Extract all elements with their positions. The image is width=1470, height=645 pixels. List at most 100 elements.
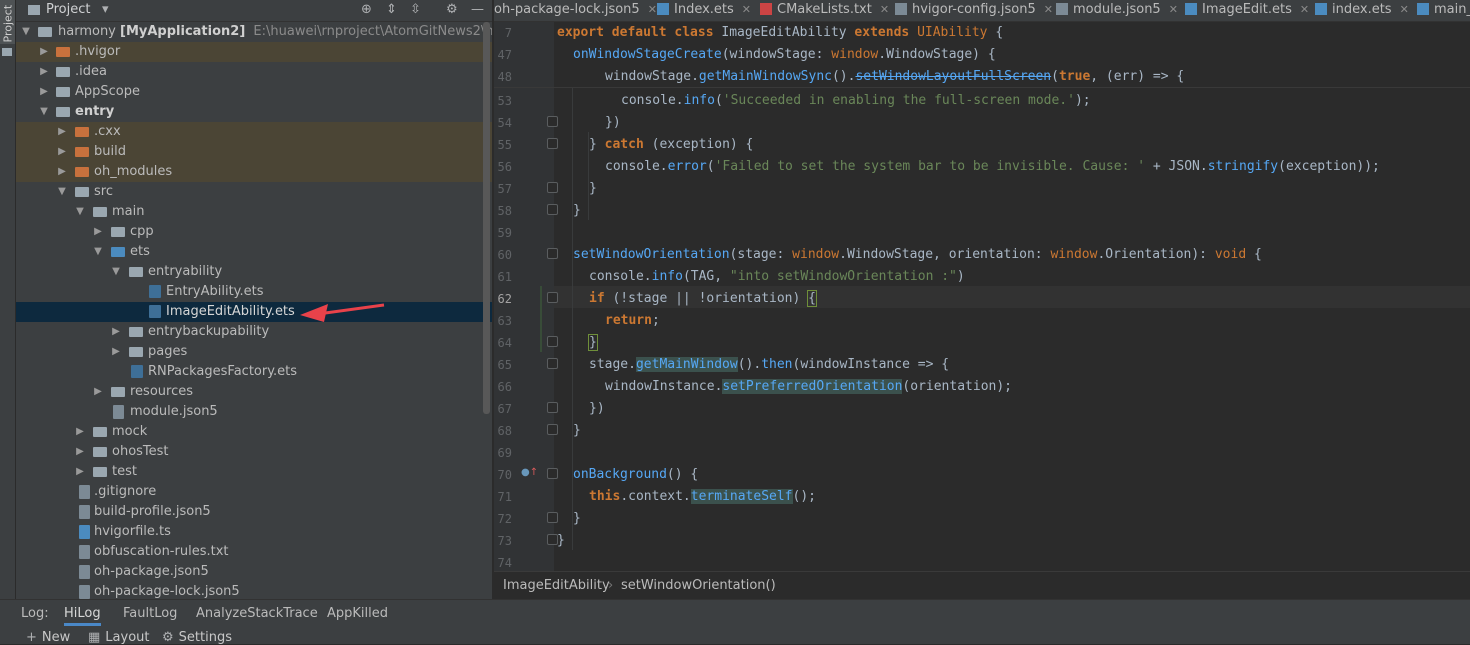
- chevron-right-icon[interactable]: ▶: [93, 382, 103, 402]
- fold-marker-icon[interactable]: [547, 402, 558, 413]
- tree-item-mock[interactable]: ▶ mock: [16, 422, 492, 442]
- code-line[interactable]: console.info('Succeeded in enabling the …: [621, 90, 1091, 112]
- tree-item-appscope[interactable]: ▶ AppScope: [16, 82, 492, 102]
- code-line[interactable]: }: [588, 332, 598, 354]
- tree-item-oh-package[interactable]: oh-package.json5: [16, 562, 492, 582]
- tree-item-hvigor[interactable]: ▶ .hvigor: [16, 42, 492, 62]
- tab-hilog[interactable]: HiLog: [64, 606, 101, 626]
- tree-item-ohostest[interactable]: ▶ ohosTest: [16, 442, 492, 462]
- tab-hvigor-config[interactable]: hvigor-config.json5 ✕: [895, 0, 1053, 21]
- chevron-right-icon[interactable]: ▶: [39, 62, 49, 82]
- tab-cmakelists[interactable]: CMakeLists.txt ✕: [760, 0, 889, 21]
- close-icon[interactable]: ✕: [742, 3, 751, 16]
- tree-item-oh-modules[interactable]: ▶ oh_modules: [16, 162, 492, 182]
- fold-marker-icon[interactable]: [547, 138, 558, 149]
- gear-icon[interactable]: ⚙: [446, 2, 458, 17]
- expand-all-icon[interactable]: ⇕: [386, 2, 397, 17]
- tab-main[interactable]: main_: [1417, 0, 1470, 21]
- fold-marker-icon[interactable]: [547, 182, 558, 193]
- code-line[interactable]: setWindowOrientation(stage: window.Windo…: [573, 244, 1262, 266]
- tree-item-build-profile[interactable]: build-profile.json5: [16, 502, 492, 522]
- chevron-right-icon[interactable]: ▶: [57, 162, 67, 182]
- tree-item-gitignore[interactable]: .gitignore: [16, 482, 492, 502]
- project-panel-title[interactable]: Project: [46, 2, 90, 17]
- fold-marker-icon[interactable]: [547, 292, 558, 303]
- fold-marker-icon[interactable]: [547, 336, 558, 347]
- chevron-right-icon[interactable]: ▶: [57, 142, 67, 162]
- tree-item-idea[interactable]: ▶ .idea: [16, 62, 492, 82]
- code-line[interactable]: stage.getMainWindow().then(windowInstanc…: [589, 354, 949, 376]
- tab-analyzestacktrace[interactable]: AnalyzeStackTrace: [196, 606, 318, 621]
- code-line[interactable]: windowStage.getMainWindowSync().setWindo…: [605, 66, 1184, 88]
- chevron-down-icon[interactable]: ▼: [21, 22, 31, 42]
- code-line[interactable]: }: [573, 200, 581, 222]
- code-line[interactable]: }: [589, 178, 597, 200]
- fold-marker-icon[interactable]: [547, 512, 558, 523]
- breadcrumb-method[interactable]: setWindowOrientation(): [621, 578, 776, 593]
- tree-item-hvigorfile[interactable]: hvigorfile.ts: [16, 522, 492, 542]
- tree-item-imageeditability-ets[interactable]: ImageEditAbility.ets: [16, 302, 492, 322]
- close-icon[interactable]: ✕: [1300, 3, 1309, 16]
- fold-marker-icon[interactable]: [547, 468, 558, 479]
- tab-faultlog[interactable]: FaultLog: [123, 606, 177, 621]
- tree-item-harmony[interactable]: ▼ harmony [MyApplication2] E:\huawei\rnp…: [16, 22, 492, 42]
- fold-marker-icon[interactable]: [547, 204, 558, 215]
- chevron-down-icon[interactable]: ▼: [39, 102, 49, 122]
- project-tree-scrollbar[interactable]: [483, 22, 490, 414]
- tab-appkilled[interactable]: AppKilled: [327, 606, 388, 621]
- code-editor[interactable]: 7 47 48 53 54 55 56 57 58 59 60 61 62 63…: [494, 22, 1470, 571]
- tab-module-json5[interactable]: module.json5 ✕: [1056, 0, 1178, 21]
- tab-index-ets[interactable]: Index.ets ✕: [657, 0, 751, 21]
- tree-item-src[interactable]: ▼ src: [16, 182, 492, 202]
- tree-item-pages[interactable]: ▶ pages: [16, 342, 492, 362]
- minimize-icon[interactable]: —: [471, 2, 484, 17]
- chevron-down-icon[interactable]: ▼: [75, 202, 85, 222]
- code-line[interactable]: }): [589, 398, 605, 420]
- code-line[interactable]: }: [557, 530, 565, 552]
- tree-item-entryability[interactable]: ▼ entryability: [16, 262, 492, 282]
- code-line[interactable]: }): [605, 112, 621, 134]
- chevron-right-icon[interactable]: ▶: [111, 342, 121, 362]
- tree-item-resources[interactable]: ▶ resources: [16, 382, 492, 402]
- code-line[interactable]: this.context.terminateSelf();: [589, 486, 816, 508]
- fold-marker-icon[interactable]: [547, 248, 558, 259]
- code-line[interactable]: return;: [605, 310, 660, 332]
- crosshair-icon[interactable]: ⊕: [361, 2, 372, 17]
- chevron-right-icon[interactable]: ▶: [75, 442, 85, 462]
- code-line[interactable]: export default class ImageEditAbility ex…: [557, 22, 1003, 44]
- tab-oh-package-lock[interactable]: oh-package-lock.json5 ✕: [494, 0, 657, 21]
- project-tool-tab[interactable]: Project: [0, 0, 15, 44]
- code-line-current[interactable]: if (!stage || !orientation) {: [589, 288, 817, 310]
- code-line[interactable]: console.info(TAG, "into setWindowOrienta…: [589, 266, 965, 288]
- tree-item-entrybackupability[interactable]: ▶ entrybackupability: [16, 322, 492, 342]
- code-line[interactable]: onBackground() {: [573, 464, 698, 486]
- code-line[interactable]: }: [573, 508, 581, 530]
- code-line[interactable]: onWindowStageCreate(windowStage: window.…: [573, 44, 996, 66]
- chevron-down-icon[interactable]: ▼: [93, 242, 103, 262]
- fold-marker-icon[interactable]: [547, 116, 558, 127]
- tree-item-cpp[interactable]: ▶ cpp: [16, 222, 492, 242]
- tree-item-cxx[interactable]: ▶ .cxx: [16, 122, 492, 142]
- tree-item-build[interactable]: ▶ build: [16, 142, 492, 162]
- chevron-right-icon[interactable]: ▶: [39, 42, 49, 62]
- chevron-down-icon[interactable]: ▼: [57, 182, 67, 202]
- close-icon[interactable]: ✕: [880, 3, 889, 16]
- tree-item-test[interactable]: ▶ test: [16, 462, 492, 482]
- code-line[interactable]: console.error('Failed to set the system …: [605, 156, 1380, 178]
- override-marker-icon[interactable]: ●↑: [521, 467, 538, 478]
- close-icon[interactable]: ✕: [648, 3, 657, 16]
- breadcrumb-class[interactable]: ImageEditAbility: [503, 578, 610, 593]
- fold-marker-icon[interactable]: [547, 358, 558, 369]
- chevron-right-icon[interactable]: ▶: [93, 222, 103, 242]
- tree-item-entry[interactable]: ▼ entry: [16, 102, 492, 122]
- chevron-right-icon[interactable]: ▶: [75, 422, 85, 442]
- close-icon[interactable]: ✕: [1400, 3, 1409, 16]
- tree-item-module-json5[interactable]: module.json5: [16, 402, 492, 422]
- code-line[interactable]: }: [573, 420, 581, 442]
- close-icon[interactable]: ✕: [1044, 3, 1053, 16]
- tree-item-main[interactable]: ▼ main: [16, 202, 492, 222]
- code-line[interactable]: } catch (exception) {: [589, 134, 753, 156]
- chevron-right-icon[interactable]: ▶: [111, 322, 121, 342]
- collapse-all-icon[interactable]: ⇳: [410, 2, 421, 17]
- tab-imageedit-ets[interactable]: ImageEdit.ets ✕: [1185, 0, 1309, 21]
